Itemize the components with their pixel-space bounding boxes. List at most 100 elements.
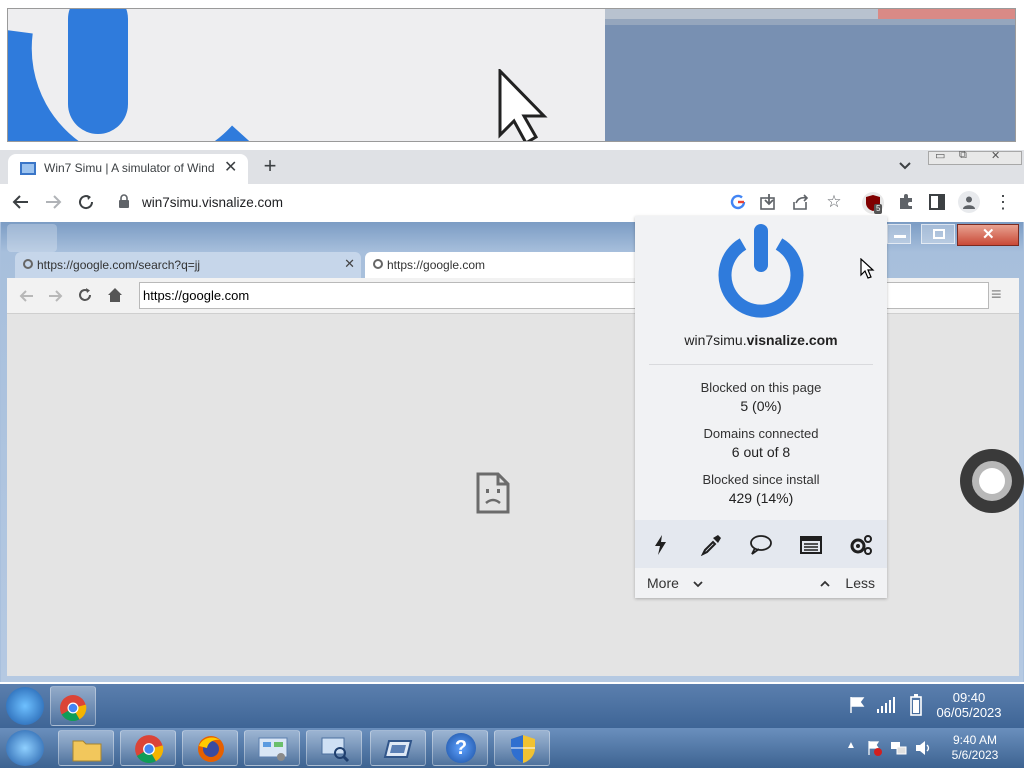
control-panel-button[interactable] bbox=[244, 730, 300, 766]
zoomed-cursor-icon bbox=[498, 69, 548, 141]
close-window-icon[interactable]: ✕ bbox=[991, 149, 1000, 162]
settings-gears-icon[interactable] bbox=[849, 534, 873, 556]
security-shield-icon bbox=[511, 735, 535, 763]
win7-maximize-button[interactable] bbox=[921, 224, 955, 244]
new-tab-icon[interactable]: + bbox=[258, 155, 282, 177]
profile-icon bbox=[963, 196, 975, 209]
google-icon[interactable] bbox=[730, 194, 746, 210]
chat-bubble-icon[interactable] bbox=[749, 534, 773, 556]
help-button[interactable]: ? bbox=[432, 730, 488, 766]
stat-label: Blocked since install bbox=[702, 472, 820, 487]
lock-icon[interactable] bbox=[118, 194, 130, 208]
chrome-tab-active[interactable]: Win7 Simu | A simulator of Wind ✕ bbox=[8, 154, 248, 184]
taskbar-clock[interactable]: 09:40 06/05/2023 bbox=[930, 690, 1008, 720]
host-taskbar-clock[interactable]: 9:40 AM 5/6/2023 bbox=[940, 733, 1010, 763]
win7-address-text: https://google.com bbox=[143, 288, 250, 303]
tab-close-icon[interactable]: ✕ bbox=[224, 157, 237, 177]
globe-icon bbox=[373, 259, 383, 269]
win7-tab-label: https://google.com bbox=[387, 258, 486, 272]
ublock-hostname: win7simu.visnalize.com bbox=[635, 332, 887, 348]
win7-tab-search[interactable]: https://google.com/search?q=jj ✕ bbox=[15, 252, 361, 278]
battery-icon[interactable] bbox=[910, 694, 922, 716]
share-icon[interactable] bbox=[792, 194, 810, 210]
win7-maximize-icon bbox=[933, 229, 945, 239]
omnibox-url[interactable]: win7simu.visnalize.com bbox=[142, 195, 283, 210]
tray-network-icon[interactable] bbox=[890, 740, 908, 756]
reload-icon[interactable] bbox=[77, 193, 95, 211]
win7-tab-google[interactable]: https://google.com bbox=[365, 252, 645, 278]
security-button[interactable] bbox=[494, 730, 550, 766]
tray-flag-error-icon[interactable] bbox=[866, 740, 882, 756]
back-icon[interactable] bbox=[12, 193, 30, 211]
win7-home-icon[interactable] bbox=[107, 287, 123, 303]
ublock-extension-button[interactable]: 5 bbox=[862, 192, 884, 214]
chrome-logo-icon bbox=[135, 735, 164, 763]
tray-volume-icon[interactable] bbox=[914, 740, 932, 756]
power-button-icon[interactable] bbox=[713, 222, 809, 318]
floating-action-button[interactable] bbox=[960, 449, 1024, 513]
globe-icon bbox=[23, 259, 33, 269]
win7-close-button[interactable]: ✕ bbox=[957, 224, 1019, 246]
win7-minimize-icon bbox=[894, 235, 906, 238]
popup-divider bbox=[649, 364, 873, 365]
win7-tab-close-icon[interactable]: ✕ bbox=[344, 256, 355, 272]
hostname-subdomain: win7simu. bbox=[684, 332, 747, 348]
firefox-button[interactable] bbox=[182, 730, 238, 766]
tray-expand-icon[interactable]: ▲ bbox=[846, 740, 856, 751]
stat-label: Blocked on this page bbox=[700, 380, 822, 395]
stat-domains: Domains connected 6 out of 8 bbox=[635, 426, 887, 460]
host-taskbar: ? ▲ 9:40 AM 5/6/2023 bbox=[0, 728, 1024, 768]
firefox-logo-icon bbox=[198, 736, 224, 762]
hostname-domain: visnalize.com bbox=[746, 332, 838, 348]
tab-search-chevron-icon[interactable] bbox=[898, 160, 912, 172]
chrome-logo-icon bbox=[60, 695, 87, 722]
search-files-button[interactable] bbox=[306, 730, 362, 766]
less-label: Less bbox=[845, 575, 875, 591]
floating-button-ring bbox=[972, 461, 1012, 501]
extensions-puzzle-icon[interactable] bbox=[897, 193, 915, 211]
stat-blocked-install: Blocked since install 429 (14%) bbox=[635, 472, 887, 506]
control-panel-icon bbox=[258, 737, 288, 761]
clock-date: 06/05/2023 bbox=[936, 705, 1002, 720]
ublock-badge-count: 5 bbox=[874, 204, 883, 214]
taskbar-chrome-button[interactable] bbox=[50, 686, 96, 726]
side-panel-icon[interactable] bbox=[929, 194, 945, 210]
less-button[interactable]: Less bbox=[819, 575, 875, 591]
clock-time: 09:40 bbox=[952, 690, 986, 705]
eyedropper-icon[interactable] bbox=[699, 534, 723, 556]
win7-menu-icon[interactable]: ≡ bbox=[991, 284, 1002, 305]
install-app-icon[interactable] bbox=[760, 194, 778, 210]
more-button[interactable]: More bbox=[647, 575, 703, 591]
forward-icon[interactable] bbox=[44, 193, 62, 211]
win7-minimize-button[interactable] bbox=[887, 224, 911, 244]
chrome-menu-icon[interactable]: ⋮ bbox=[994, 192, 1012, 212]
win7-forward-icon[interactable] bbox=[47, 288, 63, 304]
signal-bars-icon[interactable] bbox=[876, 696, 896, 714]
stat-blocked-page: Blocked on this page 5 (0%) bbox=[635, 380, 887, 414]
ublock-popup: win7simu.visnalize.com Blocked on this p… bbox=[635, 216, 887, 598]
ublock-tools-bar bbox=[635, 520, 887, 568]
floating-button-core bbox=[979, 468, 1005, 494]
explorer-button[interactable] bbox=[58, 730, 114, 766]
win7-back-icon[interactable] bbox=[19, 288, 35, 304]
restore-icon[interactable]: ⧉ bbox=[959, 149, 967, 162]
win7-favicon-icon bbox=[20, 162, 36, 175]
start-orb-icon[interactable] bbox=[6, 687, 44, 725]
magnifier-view bbox=[7, 8, 1016, 142]
host-chrome-button[interactable] bbox=[120, 730, 176, 766]
host-start-orb-icon[interactable] bbox=[6, 730, 44, 766]
minimize-icon[interactable]: ▭ bbox=[935, 149, 945, 162]
window-glass-icon bbox=[7, 224, 57, 252]
profile-avatar[interactable] bbox=[958, 191, 980, 213]
zoomed-window-area bbox=[605, 9, 1015, 141]
action-center-flag-icon[interactable] bbox=[848, 696, 866, 714]
bookmark-star-icon[interactable]: ☆ bbox=[824, 192, 844, 212]
logger-list-icon[interactable] bbox=[799, 534, 823, 556]
win7-tab-label: https://google.com/search?q=jj bbox=[37, 258, 201, 272]
tablet-button[interactable] bbox=[370, 730, 426, 766]
lightning-icon[interactable] bbox=[649, 534, 673, 556]
win7-reload-icon[interactable] bbox=[77, 287, 93, 303]
clock-date: 5/6/2023 bbox=[951, 748, 999, 762]
win7-taskbar: 09:40 06/05/2023 bbox=[0, 684, 1024, 728]
help-question-icon: ? bbox=[446, 733, 476, 763]
